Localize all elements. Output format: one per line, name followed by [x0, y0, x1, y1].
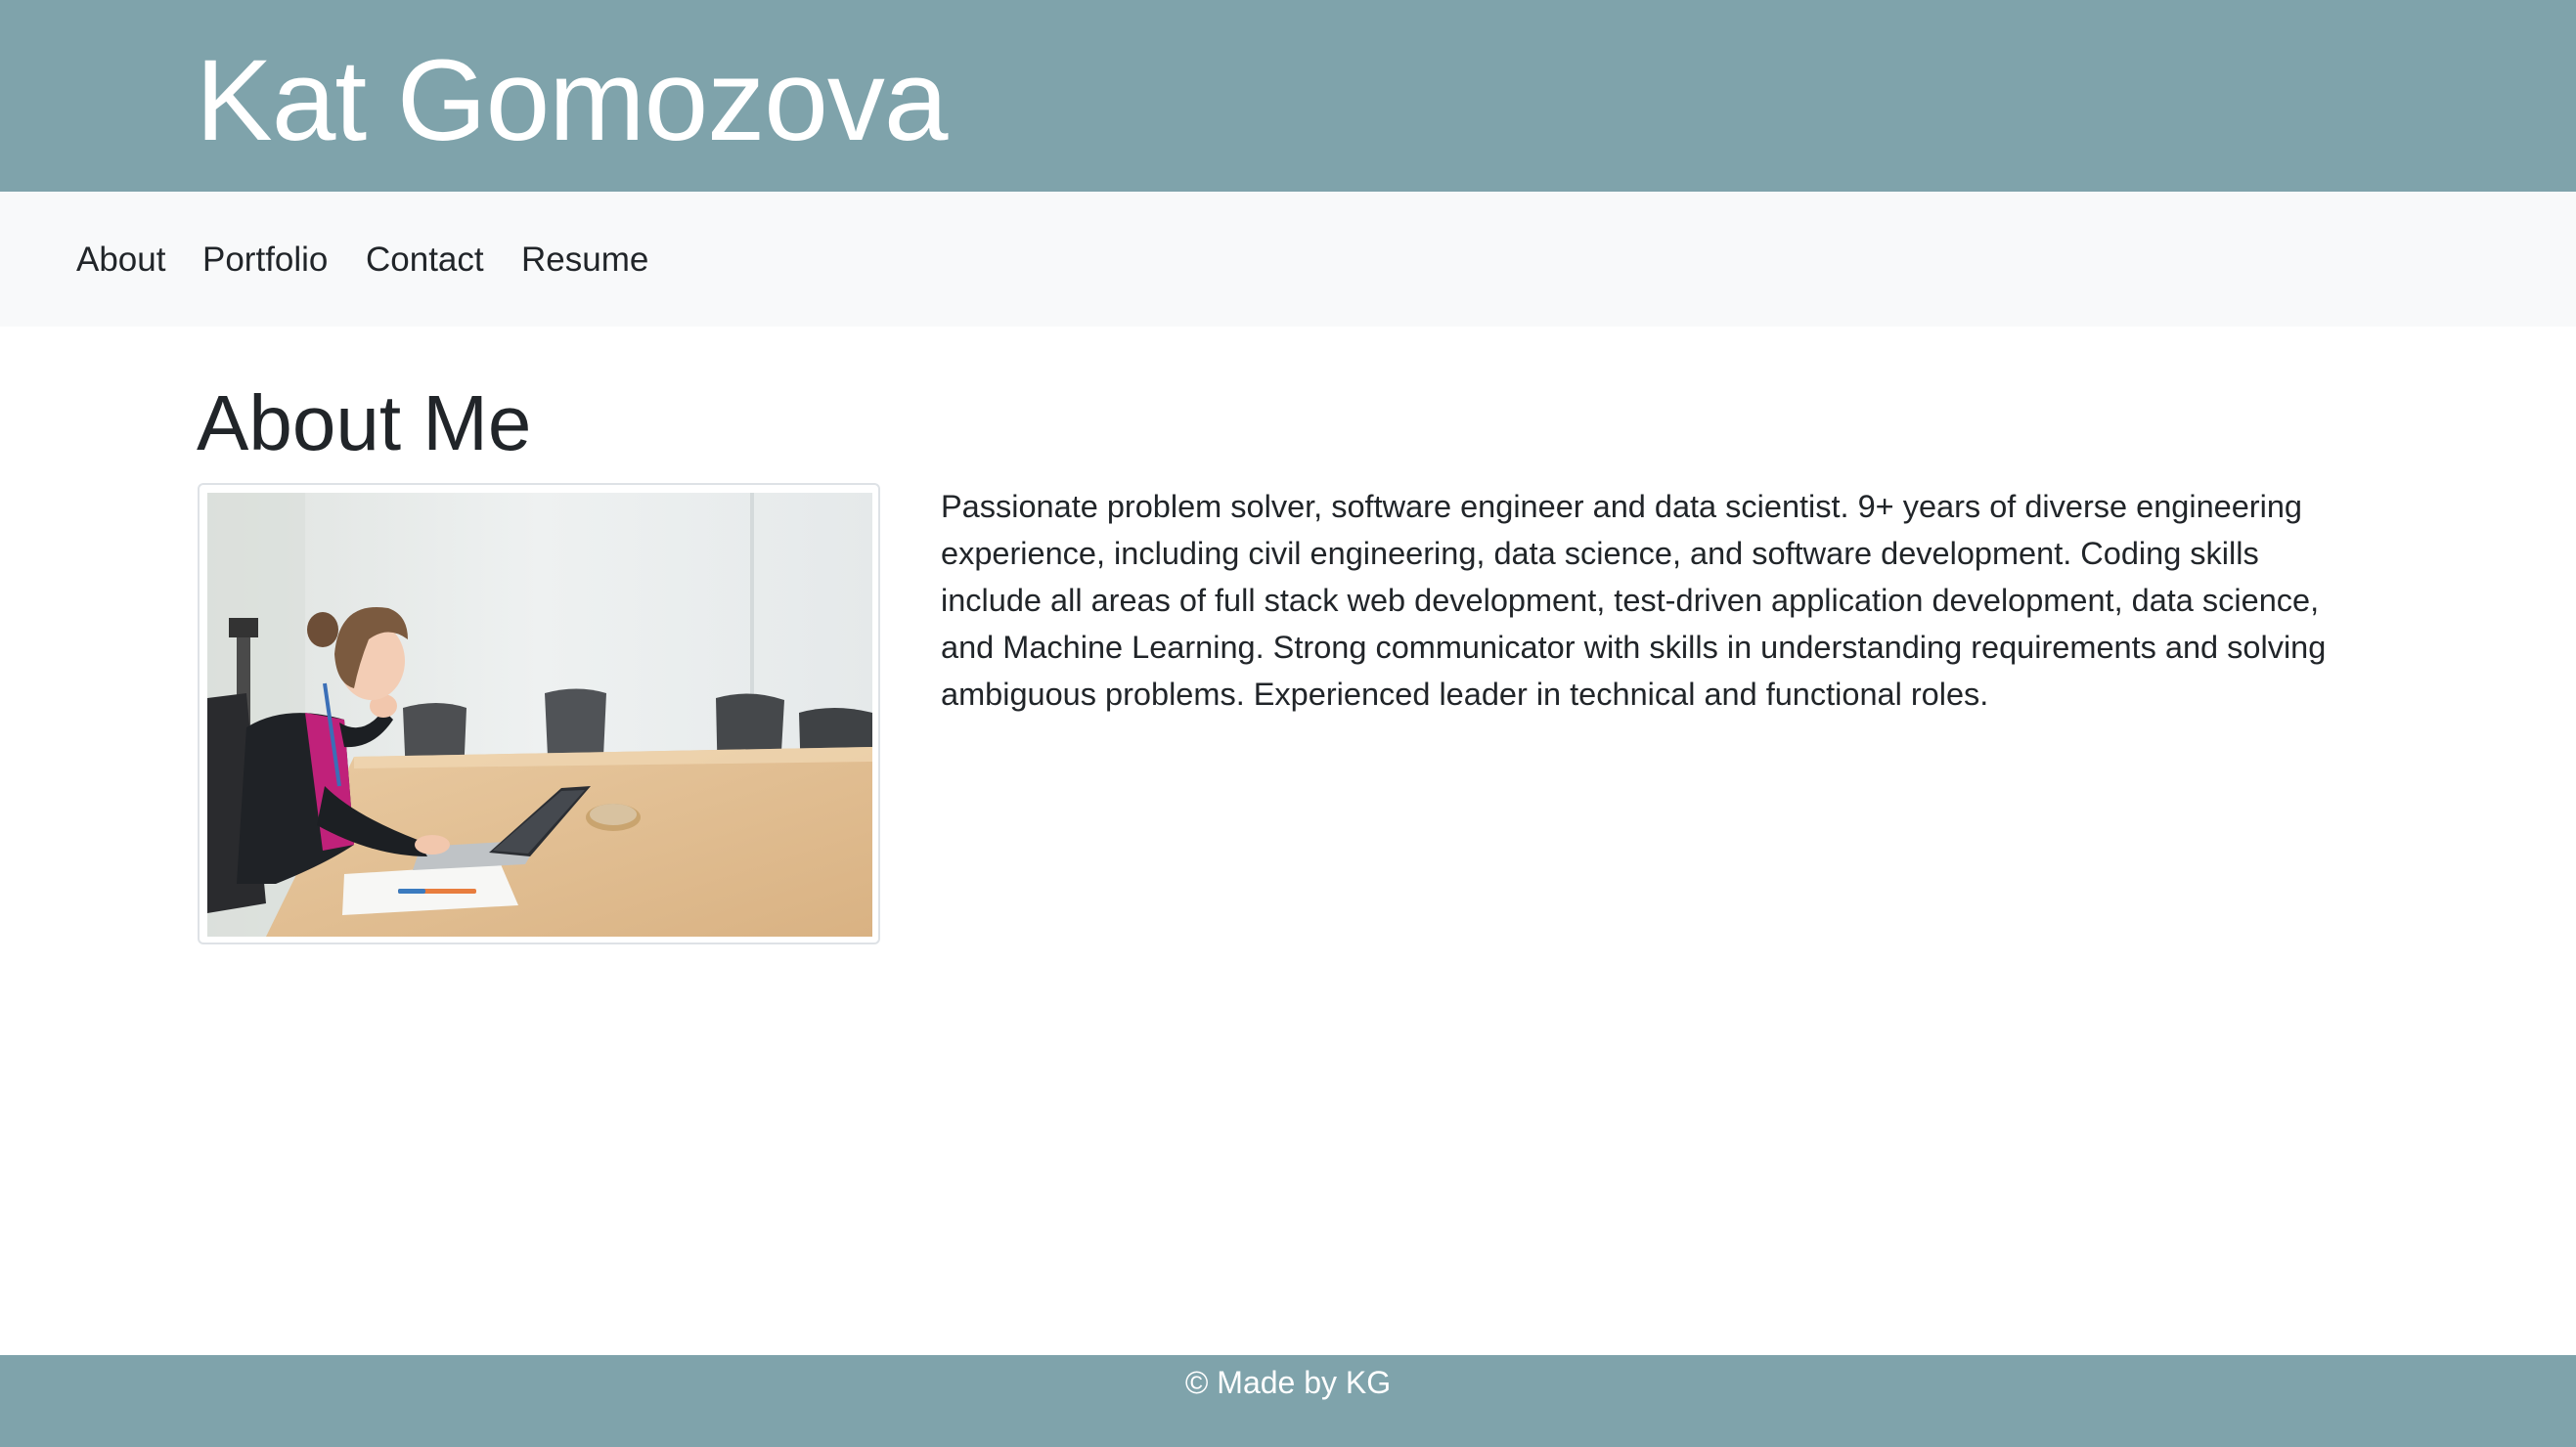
site-header: Kat Gomozova	[0, 0, 2576, 192]
navbar: About Portfolio Contact Resume	[0, 192, 2576, 327]
site-footer: © Made by KG	[0, 1355, 2576, 1447]
profile-photo-frame	[198, 483, 880, 944]
nav-link-resume[interactable]: Resume	[521, 241, 648, 280]
nav-link-portfolio[interactable]: Portfolio	[202, 241, 328, 280]
bio-text: Passionate problem solver, software engi…	[941, 489, 2327, 712]
footer-copyright: © Made by KG	[1184, 1365, 1392, 1400]
profile-photo	[207, 493, 872, 937]
site-title: Kat Gomozova	[196, 36, 948, 165]
page-title: About Me	[197, 379, 532, 466]
nav-link-about[interactable]: About	[76, 241, 165, 280]
nav-link-contact[interactable]: Contact	[366, 241, 484, 280]
